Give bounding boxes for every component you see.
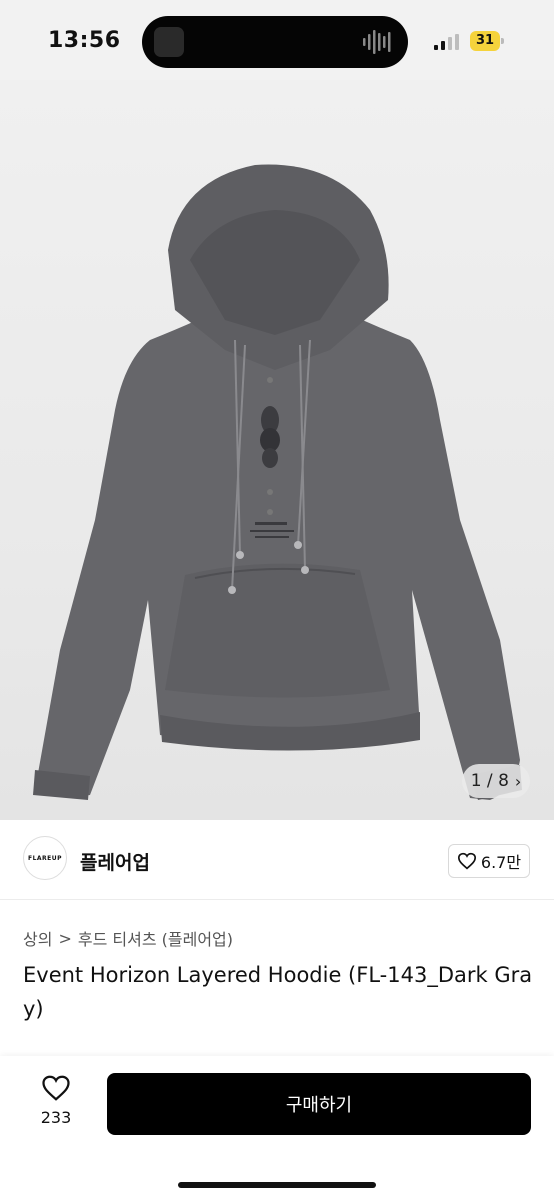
- home-indicator: [178, 1182, 376, 1188]
- status-bar: 13:56 31: [0, 0, 554, 80]
- seller-name[interactable]: 플레어업: [80, 848, 150, 875]
- breadcrumb-subcategory[interactable]: 후드 티셔츠 (플레어업): [78, 926, 233, 950]
- signal-icon: [434, 34, 459, 50]
- battery-icon: 31: [470, 31, 504, 51]
- seller-like-button[interactable]: 6.7만: [448, 844, 530, 878]
- audio-waveform-icon: [363, 30, 391, 54]
- image-counter-text: 1 / 8: [470, 771, 509, 791]
- seller-logo[interactable]: FLAREUP: [23, 836, 67, 880]
- image-counter[interactable]: 1 / 8 ›: [462, 764, 530, 798]
- product-image[interactable]: 1 / 8 ›: [0, 0, 554, 820]
- battery-tip: [501, 38, 504, 44]
- heart-icon: [457, 852, 476, 870]
- status-time: 13:56: [48, 28, 121, 53]
- wishlist-button[interactable]: 233: [28, 1074, 84, 1140]
- chevron-right-icon: ›: [514, 771, 522, 791]
- hoodie-illustration: [33, 164, 522, 800]
- battery-level: 31: [470, 31, 500, 51]
- chevron-right-icon: >: [58, 928, 72, 948]
- seller-like-count: 6.7만: [480, 853, 522, 872]
- breadcrumb: 상의 > 후드 티셔츠 (플레어업): [23, 926, 233, 950]
- product-title: Event Horizon Layered Hoodie (FL-143_Dar…: [23, 963, 533, 1021]
- bottom-bar: 233 구매하기: [0, 1056, 554, 1200]
- dynamic-island: [142, 16, 408, 68]
- seller-row: FLAREUP 플레어업 6.7만: [0, 820, 554, 900]
- island-app-icon: [154, 27, 184, 57]
- wishlist-count: 233: [40, 1108, 72, 1127]
- heart-icon: [42, 1075, 70, 1101]
- buy-button[interactable]: 구매하기: [107, 1073, 531, 1135]
- breadcrumb-category[interactable]: 상의: [23, 926, 52, 950]
